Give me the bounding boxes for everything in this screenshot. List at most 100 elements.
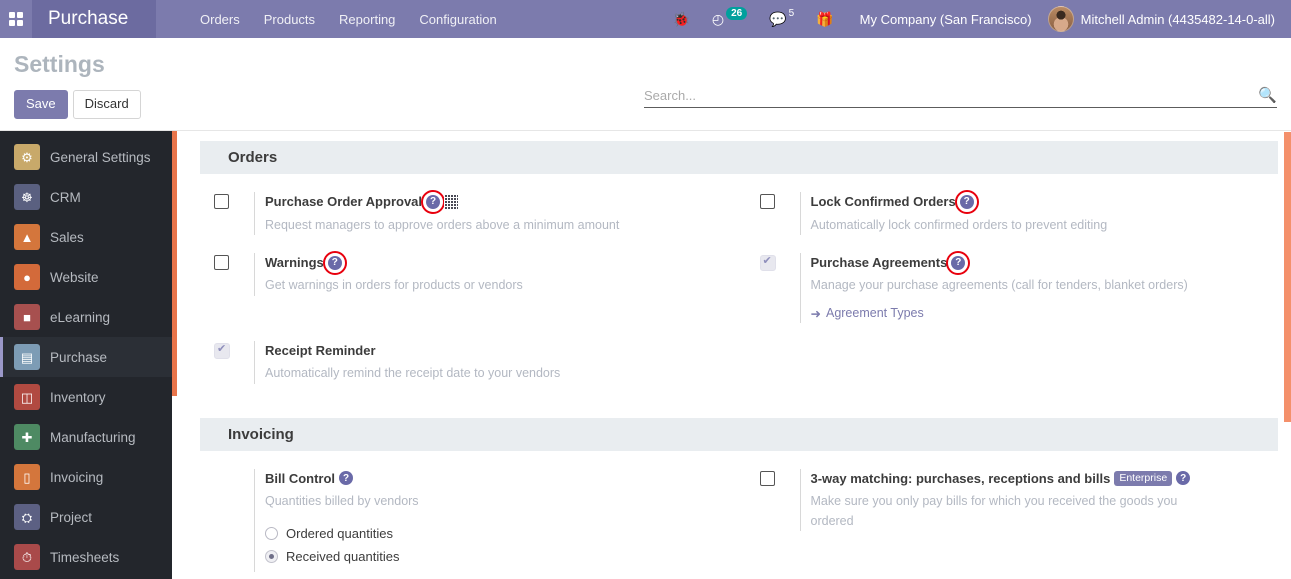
help-icon[interactable]: ?	[421, 189, 446, 214]
bug-icon[interactable]: 🐞	[662, 0, 699, 38]
sidebar-item-label: Project	[50, 509, 93, 525]
invoicing-settings-grid: Bill Control ? Quantities billed by vend…	[180, 451, 1291, 579]
sidebar-item-label: Sales	[50, 229, 84, 245]
message-glyph: 💬	[769, 10, 787, 27]
sidebar-item-timesheets[interactable]: ⏱ Timesheets	[0, 537, 172, 577]
setting-bill-control: Bill Control ? Quantities billed by vend…	[200, 465, 746, 579]
sidebar-item-elearning[interactable]: ■ eLearning	[0, 297, 172, 337]
user-name: Mitchell Admin (4435482-14-0-all)	[1080, 11, 1275, 27]
setting-text: Bill Control ? Quantities billed by vend…	[254, 468, 726, 572]
arrow-right-icon: ➜	[810, 306, 821, 321]
sidebar-item-crm[interactable]: ☸ CRM	[0, 177, 172, 217]
highlight-rail-left	[172, 131, 177, 396]
clock-glyph: ◴	[711, 10, 725, 27]
checkbox-cell	[214, 341, 254, 364]
sidebar-item-label: General Settings	[50, 149, 151, 165]
settings-sidebar: ⚙ General Settings ☸ CRM ▲ Sales ● Websi…	[0, 131, 172, 579]
sidebar-item-purchase[interactable]: ▤ Purchase	[0, 337, 172, 377]
lock-confirmed-orders-checkbox[interactable]	[759, 194, 775, 209]
invoice-icon: ▯	[14, 464, 40, 490]
setting-label-wrap: Purchase Order Approval ?	[265, 189, 726, 214]
radio-label: Received quantities	[286, 548, 400, 564]
gift-glyph: 🎁	[816, 10, 834, 27]
app-brand-purchase[interactable]: Purchase	[32, 0, 156, 38]
radio-received-quantities[interactable]: Received quantities	[265, 549, 726, 564]
setting-description: Make sure you only pay bills for which y…	[810, 494, 1178, 528]
section-title-invoicing: Invoicing	[200, 417, 1278, 451]
control-panel: Settings Save Discard 🔍	[0, 38, 1291, 131]
setting-description: Manage your purchase agreements (call fo…	[810, 278, 1188, 293]
sidebar-item-general-settings[interactable]: ⚙ General Settings	[0, 137, 172, 177]
setting-description: Quantities billed by vendors	[265, 494, 419, 509]
radio-button[interactable]	[265, 526, 278, 540]
menu-reporting[interactable]: Reporting	[327, 2, 407, 37]
sidebar-item-manufacturing[interactable]: ✚ Manufacturing	[0, 417, 172, 457]
globe-icon: ●	[14, 264, 40, 290]
presentation-icon: ■	[14, 304, 40, 330]
message-count-badge: 5	[788, 7, 795, 19]
setting-text: Purchase Agreements ? Manage your purcha…	[799, 250, 1272, 323]
agreement-types-label: Agreement Types	[825, 306, 924, 321]
stopwatch-icon: ⏱	[14, 544, 40, 570]
sidebar-item-label: CRM	[50, 189, 81, 205]
sidebar-item-invoicing[interactable]: ▯ Invoicing	[0, 457, 172, 497]
purchase-agreements-checkbox[interactable]	[759, 254, 776, 271]
apps-menu-button[interactable]	[0, 0, 32, 38]
checkbox-cell	[214, 469, 254, 471]
help-icon[interactable]: ?	[946, 250, 971, 275]
gift-icon[interactable]: 🎁	[806, 0, 843, 38]
menu-products[interactable]: Products	[252, 2, 327, 37]
radio-ordered-quantities[interactable]: Ordered quantities	[265, 526, 726, 541]
setting-label: Bill Control	[265, 470, 336, 486]
menu-configuration[interactable]: Configuration	[407, 2, 508, 37]
sidebar-item-project[interactable]: ⛭ Project	[0, 497, 172, 537]
company-switcher[interactable]: My Company (San Francisco)	[846, 12, 1046, 27]
setting-label: Lock Confirmed Orders	[810, 194, 956, 209]
discard-button[interactable]: Discard	[72, 90, 141, 119]
agreement-types-link[interactable]: ➜ Agreement Types	[811, 306, 924, 321]
settings-content: Orders Purchase Order Approval ? Request…	[172, 131, 1291, 579]
activity-clock-icon[interactable]: ◴ 26	[702, 0, 757, 38]
receipt-reminder-checkbox[interactable]	[214, 342, 230, 359]
search-icon[interactable]: 🔍	[1258, 88, 1277, 103]
setting-label-wrap: Receipt Reminder	[265, 341, 726, 361]
menu-orders[interactable]: Orders	[188, 2, 252, 37]
sidebar-item-inventory[interactable]: ◫ Inventory	[0, 377, 172, 417]
box-icon: ◫	[14, 384, 40, 410]
activity-count-badge: 26	[726, 6, 748, 20]
setting-warnings: Warnings ? Get warnings in orders for pr…	[200, 249, 746, 337]
setting-label: Receipt Reminder	[265, 342, 376, 358]
search-input[interactable]	[644, 88, 1259, 103]
checkbox-cell	[759, 192, 800, 214]
sidebar-item-website[interactable]: ● Website	[0, 257, 172, 297]
checkbox-cell	[759, 253, 800, 276]
wrench-icon: ✚	[14, 424, 40, 450]
setting-description: Automatically remind the receipt date to…	[265, 366, 561, 381]
sidebar-item-label: Manufacturing	[50, 429, 136, 445]
setting-label-wrap: Warnings ?	[265, 250, 726, 275]
help-icon[interactable]: ?	[339, 471, 354, 486]
search-bar: 🔍	[644, 88, 1277, 108]
help-icon[interactable]: ?	[1176, 471, 1191, 486]
setting-label-wrap: Lock Confirmed Orders ?	[810, 189, 1272, 214]
three-way-matching-checkbox[interactable]	[759, 470, 775, 486]
setting-text: Purchase Order Approval ? Request manage…	[254, 189, 726, 235]
setting-lock-confirmed-orders: Lock Confirmed Orders ? Automatically lo…	[746, 188, 1291, 249]
navbar-systray: 🐞 ◴ 26 💬 5 🎁 My Company (San Francisco) …	[662, 0, 1291, 38]
setting-label-wrap: Purchase Agreements ?	[811, 250, 1272, 275]
company-icon[interactable]	[444, 194, 459, 210]
setting-receipt-reminder: Receipt Reminder Automatically remind th…	[200, 337, 746, 398]
save-button[interactable]: Save	[14, 90, 68, 119]
help-icon[interactable]: ?	[954, 189, 979, 214]
purchase-order-approval-checkbox[interactable]	[214, 194, 229, 209]
warnings-checkbox[interactable]	[214, 254, 229, 270]
setting-label-wrap: Bill Control ?	[265, 469, 726, 489]
page-title: Settings	[14, 51, 105, 77]
messages-icon[interactable]: 💬 5	[759, 0, 804, 38]
setting-description: Automatically lock confirmed orders to p…	[810, 217, 1108, 232]
radio-button[interactable]	[265, 549, 278, 563]
enterprise-badge: Enterprise	[1114, 471, 1173, 486]
user-menu[interactable]: Mitchell Admin (4435482-14-0-all)	[1047, 6, 1281, 32]
help-icon[interactable]: ?	[322, 250, 347, 275]
sidebar-item-sales[interactable]: ▲ Sales	[0, 217, 172, 257]
